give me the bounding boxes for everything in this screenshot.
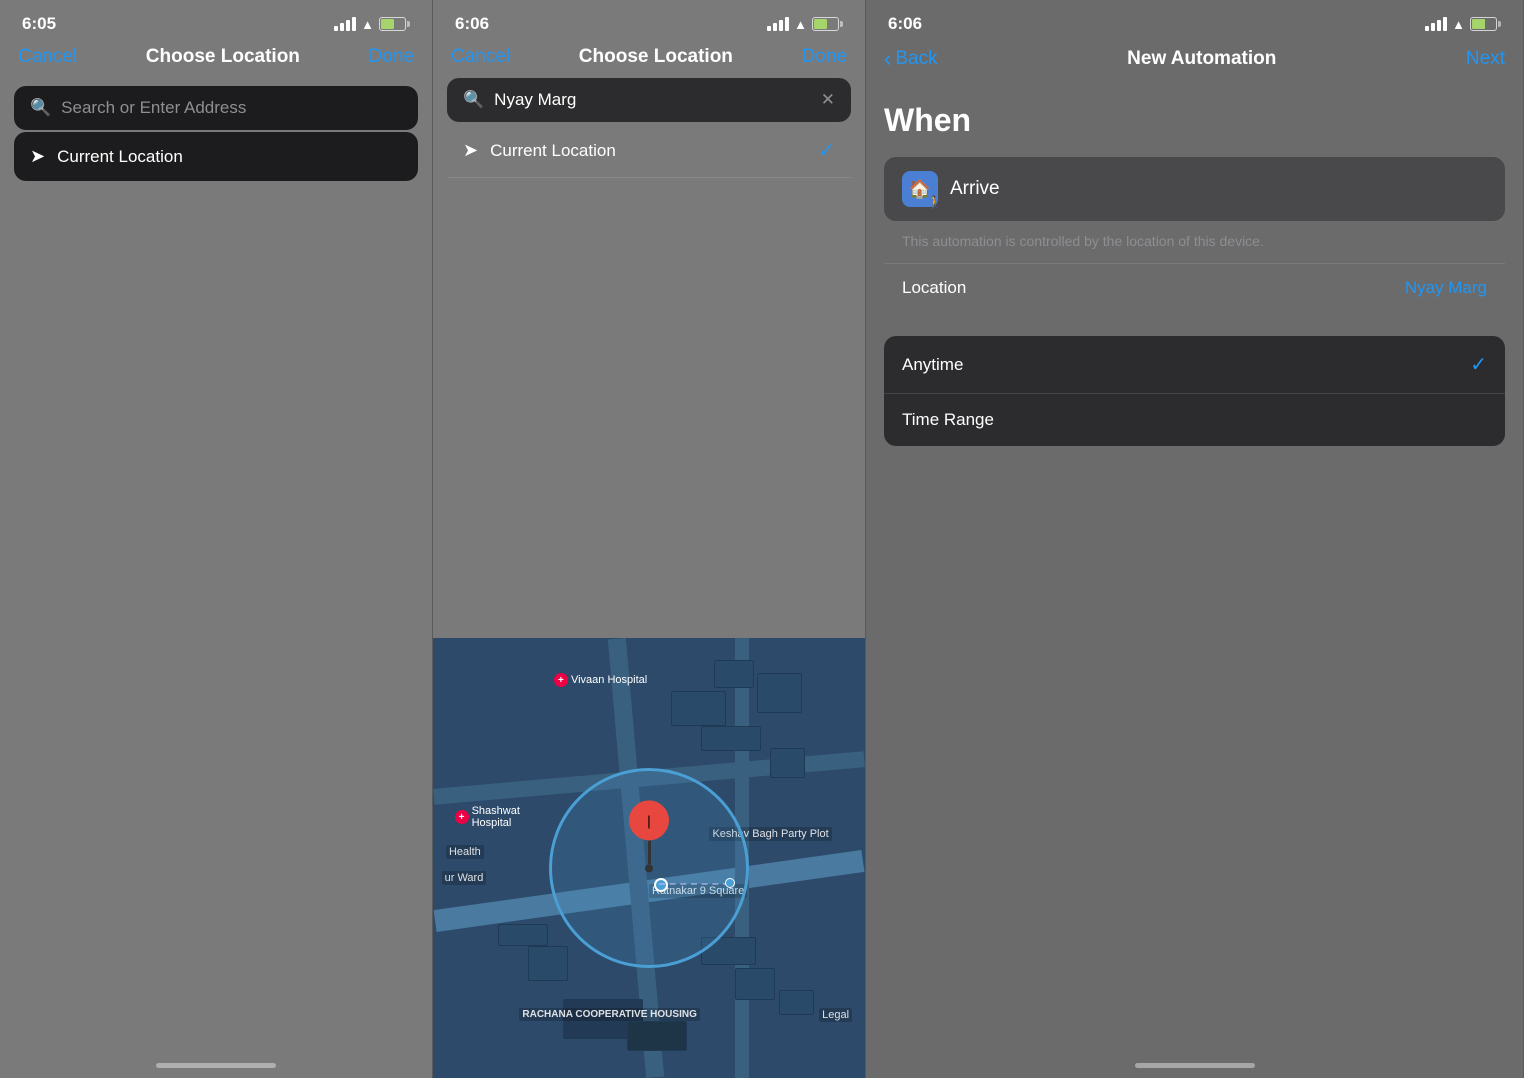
location-row[interactable]: Location Nyay Marg bbox=[884, 263, 1505, 312]
health-label: Health bbox=[446, 845, 484, 859]
check-icon-2: ✓ bbox=[818, 138, 835, 163]
anytime-label: Anytime bbox=[902, 355, 963, 375]
time-range-option[interactable]: Time Range bbox=[884, 394, 1505, 446]
current-location-item-2[interactable]: ➤ Current Location ✓ bbox=[447, 124, 851, 178]
location-row-label: Location bbox=[902, 278, 966, 298]
home-bar-1 bbox=[156, 1063, 276, 1068]
status-bar-1: 6:05 ▲ bbox=[0, 0, 432, 42]
current-location-label-2: Current Location bbox=[490, 141, 616, 161]
building-2 bbox=[714, 660, 754, 688]
home-bar-3 bbox=[1135, 1063, 1255, 1068]
search-icon-2: 🔍 bbox=[463, 90, 484, 110]
done-button-2[interactable]: Done bbox=[802, 46, 847, 68]
status-icons-2: ▲ bbox=[767, 17, 843, 32]
building-5 bbox=[770, 748, 805, 778]
search-icon-1: 🔍 bbox=[30, 98, 51, 118]
vivaan-hospital-label: Vivaan Hospital bbox=[571, 674, 647, 686]
building-10 bbox=[779, 990, 814, 1015]
hospital-cross-icon: + bbox=[554, 673, 568, 687]
location-arrow-icon-2: ➤ bbox=[463, 140, 478, 161]
building-3 bbox=[701, 726, 761, 751]
panel1-content: 🔍 Search or Enter Address ➤ Current Loca… bbox=[0, 78, 432, 189]
status-bar-2: 6:06 ▲ bbox=[433, 0, 865, 42]
arrive-icon: 🏠 🚶 bbox=[902, 171, 938, 207]
shashwat-hospital-label2: Hospital bbox=[472, 817, 520, 829]
status-time-1: 6:05 bbox=[22, 14, 56, 34]
building-7 bbox=[528, 946, 568, 981]
status-time-3: 6:06 bbox=[888, 14, 922, 34]
shashwat-hospital-label: Shashwat bbox=[472, 805, 520, 817]
back-label: Back bbox=[895, 48, 937, 70]
status-icons-3: ▲ bbox=[1425, 17, 1501, 32]
nav-bar-1: Cancel Choose Location Done bbox=[0, 42, 432, 78]
legal-label: Legal bbox=[819, 1008, 852, 1022]
status-bar-3: 6:06 ▲ bbox=[866, 0, 1523, 42]
hospital-cross-icon-2: + bbox=[455, 810, 469, 824]
next-button[interactable]: Next bbox=[1466, 48, 1505, 70]
rachana-label: RACHANA COOPERATIVE HOUSING bbox=[519, 1008, 699, 1021]
person-icon: 🚶 bbox=[927, 195, 942, 209]
arrive-row[interactable]: 🏠 🚶 Arrive bbox=[884, 157, 1505, 221]
map-pin-tip bbox=[645, 864, 653, 872]
wifi-icon-2: ▲ bbox=[794, 17, 807, 32]
automation-title: New Automation bbox=[1127, 48, 1276, 70]
phone-panel-2: 6:06 ▲ Cancel Choose Location Done 🔍 Nya… bbox=[433, 0, 866, 1078]
current-location-item-1[interactable]: ➤ Current Location bbox=[14, 132, 418, 181]
ward-label: ur Ward bbox=[442, 871, 487, 885]
wifi-icon-3: ▲ bbox=[1452, 17, 1465, 32]
current-location-dot bbox=[654, 878, 668, 892]
battery-icon-1 bbox=[379, 17, 410, 31]
signal-icon-3 bbox=[1425, 17, 1447, 31]
when-heading: When bbox=[884, 102, 1505, 139]
back-chevron-icon: ‹ bbox=[884, 46, 891, 72]
phone-panel-3: 6:06 ▲ ‹ Back New Automation Next When 🏠 bbox=[866, 0, 1524, 1078]
cancel-button-1[interactable]: Cancel bbox=[18, 46, 77, 68]
search-box-2[interactable]: 🔍 Nyay Marg ✕ bbox=[447, 78, 851, 122]
current-location-label-1: Current Location bbox=[57, 147, 183, 167]
map-container-2[interactable]: + Vivaan Hospital + Shashwat Hospital He… bbox=[433, 638, 865, 1078]
hospital-vivaan: + Vivaan Hospital bbox=[554, 673, 647, 687]
building-1 bbox=[671, 691, 726, 726]
building-6 bbox=[498, 924, 548, 946]
battery-icon-2 bbox=[812, 17, 843, 31]
search-value-2[interactable]: Nyay Marg bbox=[494, 90, 811, 110]
wifi-icon-1: ▲ bbox=[361, 17, 374, 32]
location-arrow-icon-1: ➤ bbox=[30, 146, 45, 167]
arrive-label: Arrive bbox=[950, 178, 1000, 200]
status-time-2: 6:06 bbox=[455, 14, 489, 34]
cancel-button-2[interactable]: Cancel bbox=[451, 46, 510, 68]
back-button[interactable]: ‹ Back bbox=[884, 46, 938, 72]
map-pin: | bbox=[629, 800, 669, 872]
map-pin-stick bbox=[648, 840, 651, 864]
search-box-1[interactable]: 🔍 Search or Enter Address bbox=[14, 86, 418, 130]
hospital-shashwat: + Shashwat Hospital bbox=[455, 805, 520, 829]
nav-title-2: Choose Location bbox=[579, 46, 733, 68]
anytime-check-icon: ✓ bbox=[1470, 352, 1487, 377]
radius-handle[interactable] bbox=[725, 878, 735, 888]
signal-icon-1 bbox=[334, 17, 356, 31]
map-background: + Vivaan Hospital + Shashwat Hospital He… bbox=[433, 638, 865, 1078]
time-range-label: Time Range bbox=[902, 410, 994, 430]
nav-bar-2: Cancel Choose Location Done bbox=[433, 42, 865, 78]
building-9 bbox=[735, 968, 775, 1000]
location-row-value: Nyay Marg bbox=[1405, 278, 1487, 298]
automation-note: This automation is controlled by the loc… bbox=[884, 227, 1505, 263]
nav-title-1: Choose Location bbox=[146, 46, 300, 68]
clear-button-2[interactable]: ✕ bbox=[821, 90, 835, 110]
anytime-option[interactable]: Anytime ✓ bbox=[884, 336, 1505, 394]
signal-icon-2 bbox=[767, 17, 789, 31]
nav-bar-3: ‹ Back New Automation Next bbox=[866, 42, 1523, 82]
building-12 bbox=[627, 1021, 687, 1051]
map-pin-circle: | bbox=[629, 800, 669, 840]
battery-icon-3 bbox=[1470, 17, 1501, 31]
when-section: When 🏠 🚶 Arrive This automation is contr… bbox=[866, 82, 1523, 322]
building-4 bbox=[757, 673, 802, 713]
radius-line bbox=[659, 883, 729, 885]
phone-panel-1: 6:05 ▲ Cancel Choose Location Done 🔍 Sea… bbox=[0, 0, 433, 1078]
done-button-1[interactable]: Done bbox=[369, 46, 414, 68]
time-dropdown[interactable]: Anytime ✓ Time Range bbox=[884, 336, 1505, 446]
status-icons-1: ▲ bbox=[334, 17, 410, 32]
search-placeholder-1: Search or Enter Address bbox=[61, 98, 246, 118]
